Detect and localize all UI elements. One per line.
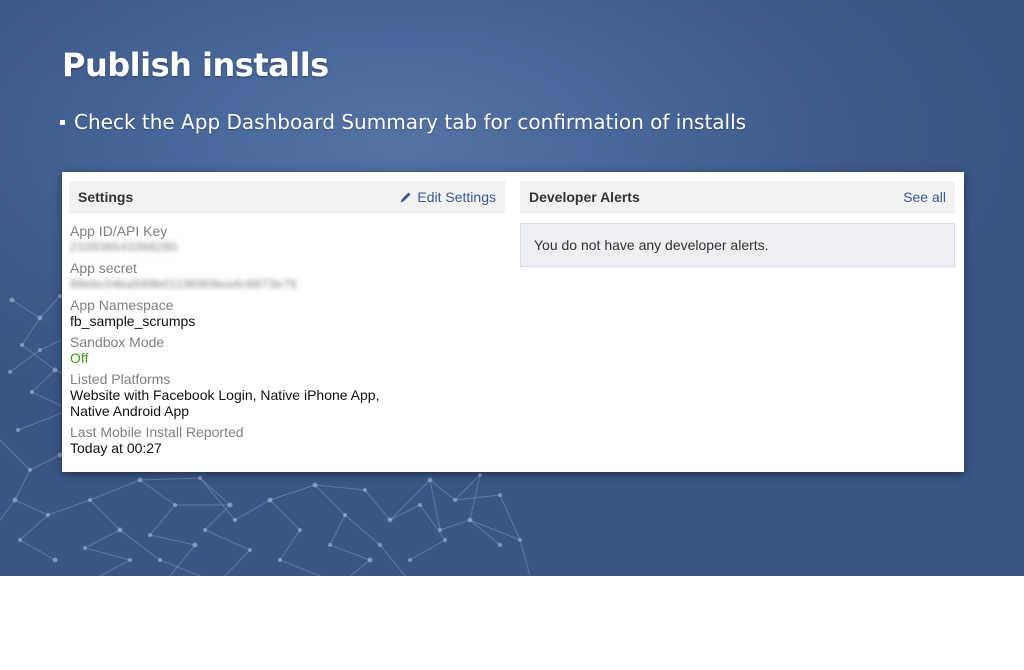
settings-title: Settings: [78, 189, 134, 205]
field-label: App ID/API Key: [70, 223, 168, 239]
field-label: Last Mobile Install Reported: [70, 424, 244, 440]
see-all-link[interactable]: See all: [903, 189, 946, 205]
field-label: App Namespace: [70, 297, 174, 313]
field-app-namespace: App Namespace fb_sample_scrumps: [70, 297, 500, 329]
slide-background: Publish installs Check the App Dashboard…: [0, 0, 1024, 576]
bullet-point: Check the App Dashboard Summary tab for …: [60, 110, 746, 134]
field-label: Listed Platforms: [70, 371, 171, 387]
bullet-text: Check the App Dashboard Summary tab for …: [74, 110, 747, 134]
alerts-message: You do not have any developer alerts.: [534, 237, 769, 253]
field-last-install: Last Mobile Install Reported Today at 00…: [70, 424, 500, 456]
developer-alerts-title: Developer Alerts: [529, 189, 640, 205]
sandbox-status: Off: [70, 350, 89, 366]
edit-settings-link[interactable]: Edit Settings: [399, 189, 496, 205]
app-dashboard-screenshot: Settings Edit Settings App ID/API Key 23…: [62, 172, 964, 472]
field-value-continued: Native Android App: [70, 403, 190, 419]
field-label: App secret: [70, 260, 137, 276]
field-value: 89ebc04ba569b01196909ea4c6873e75: [70, 277, 298, 291]
pencil-icon: [400, 192, 411, 202]
settings-fields: App ID/API Key 233936543368280 App secre…: [70, 223, 500, 461]
field-app-id: App ID/API Key 233936543368280: [70, 223, 500, 255]
field-value: fb_sample_scrumps: [70, 313, 196, 329]
edit-settings-label: Edit Settings: [417, 189, 496, 205]
field-label: Sandbox Mode: [70, 334, 165, 350]
slide-title: Publish installs: [62, 46, 329, 84]
field-listed-platforms: Listed Platforms Website with Facebook L…: [70, 371, 500, 419]
settings-header: Settings Edit Settings: [69, 181, 505, 213]
field-value: Today at 00:27: [70, 440, 162, 456]
field-value: 233936543368280: [70, 240, 178, 254]
field-app-secret: App secret 89ebc04ba569b01196909ea4c6873…: [70, 260, 500, 292]
field-sandbox-mode: Sandbox Mode Off: [70, 334, 500, 366]
alerts-message-box: You do not have any developer alerts.: [520, 223, 955, 267]
bullet-marker-icon: [60, 119, 65, 125]
developer-alerts-header: Developer Alerts See all: [520, 181, 955, 213]
field-value: Website with Facebook Login, Native iPho…: [70, 387, 380, 403]
